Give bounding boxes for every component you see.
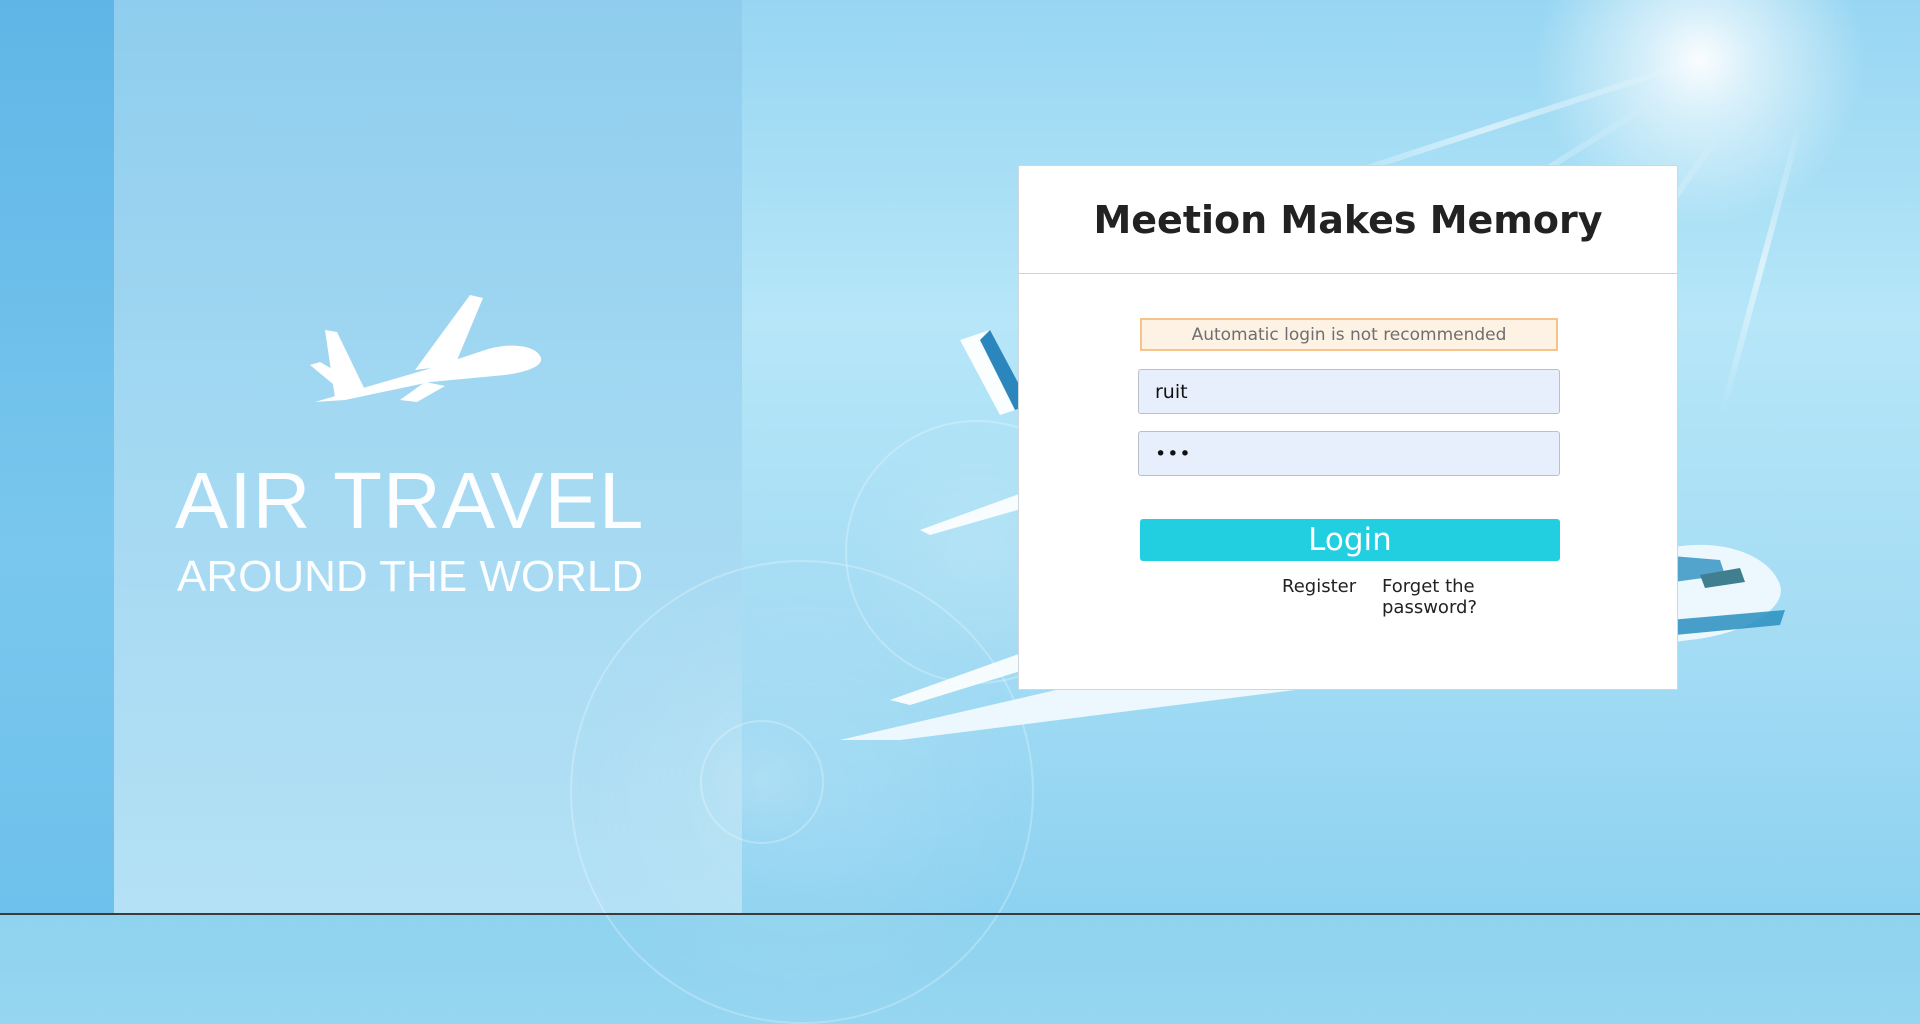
background-left-band <box>0 0 114 915</box>
forgot-password-link[interactable]: Forget the password? <box>1382 576 1560 618</box>
brand-subtitle: AROUND THE WORLD <box>177 552 644 601</box>
username-input[interactable] <box>1138 369 1560 414</box>
register-link[interactable]: Register <box>1282 576 1356 597</box>
auto-login-notice: Automatic login is not recommended <box>1140 318 1558 351</box>
login-card: Meetion Makes Memory Automatic login is … <box>1018 165 1678 690</box>
login-heading: Meetion Makes Memory <box>1019 166 1677 274</box>
lens-flare <box>700 720 824 844</box>
brand-title: AIR TRAVEL <box>175 456 645 545</box>
airplane-logo-icon <box>310 295 542 402</box>
login-button[interactable]: Login <box>1140 519 1560 561</box>
password-input[interactable] <box>1138 431 1560 476</box>
login-links: Register Forget the password? <box>1140 576 1560 618</box>
